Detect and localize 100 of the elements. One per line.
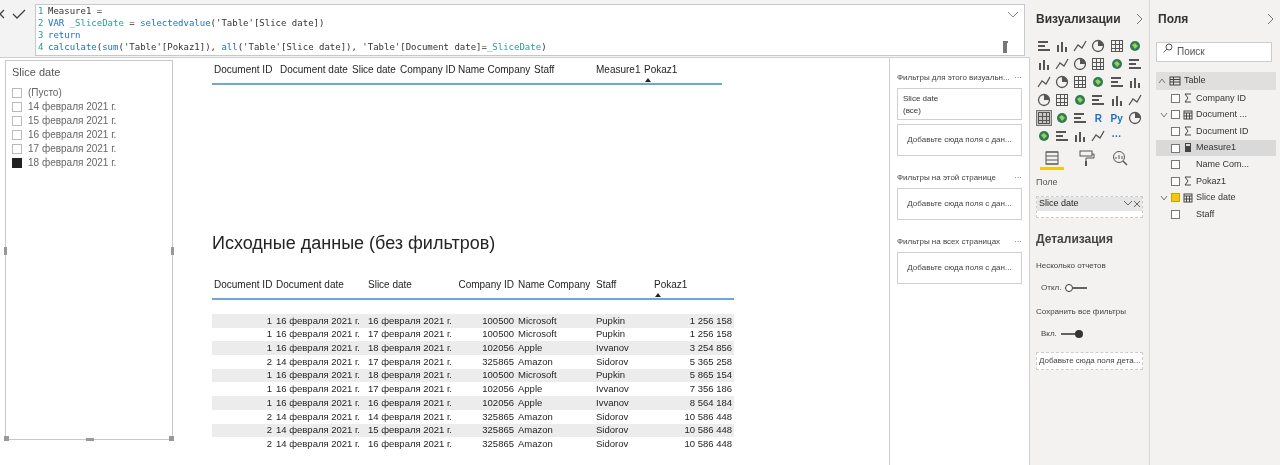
column-header[interactable]: Document ID	[212, 62, 278, 83]
checkbox[interactable]	[1171, 127, 1180, 136]
visual-type-button[interactable]	[1054, 92, 1071, 108]
resize-handle[interactable]	[86, 438, 94, 441]
slicer-item[interactable]: 15 февраля 2021 г.	[12, 114, 172, 127]
visual-type-button[interactable]	[1036, 92, 1052, 108]
checkbox[interactable]	[1171, 209, 1180, 219]
column-header[interactable]: Document date	[278, 62, 350, 83]
slicer-frame[interactable]: Slice date (Пусто) 14 февраля 2021 г. 15 февраля 2021 г. 16 февраля 2021 г. 17 февраля 2021 г. 18 февраля 2021 г.	[5, 60, 173, 440]
field-table-item[interactable]: Table	[1156, 72, 1276, 90]
checkbox[interactable]	[1171, 143, 1180, 153]
checkbox[interactable]	[12, 129, 22, 140]
visual-type-button[interactable]: ···	[1108, 128, 1125, 144]
column-header[interactable]: Staff	[532, 62, 594, 83]
field-item[interactable]: Document ...	[1156, 106, 1276, 124]
column-header[interactable]: Pokaz1	[652, 277, 734, 298]
drop-zone[interactable]: Добавьте сюда поля с дан...	[897, 188, 1022, 220]
field-well-item[interactable]: Slice date	[1037, 196, 1142, 211]
slicer-item[interactable]: 14 февраля 2021 г.	[12, 100, 172, 113]
visual-type-button[interactable]	[1072, 110, 1089, 126]
chevron-right-icon[interactable]	[1268, 14, 1274, 24]
more-options[interactable]: ···	[1014, 172, 1022, 184]
visual-type-button[interactable]	[1054, 56, 1071, 72]
visual-type-button[interactable]: Py	[1108, 110, 1125, 126]
checkbox[interactable]	[1171, 110, 1180, 120]
pane-tab[interactable]	[1040, 148, 1064, 170]
more-options[interactable]: ···	[1014, 236, 1022, 248]
resize-handle[interactable]	[169, 436, 174, 441]
visual-type-button[interactable]: R	[1090, 110, 1107, 126]
search-field[interactable]: Поиск	[1156, 41, 1272, 62]
resize-handle[interactable]	[4, 436, 9, 441]
visual-type-button[interactable]	[1126, 56, 1143, 72]
toggle-switch[interactable]	[1059, 328, 1084, 339]
checkbox[interactable]	[1171, 93, 1180, 103]
formula-editor[interactable]: 1 Measure1 = 2 VAR _SliceDate = selectedvalue('Table'[Slice date]) 3 return 4 calculate(sum('Table'[Pokaz1]), all('Table'[Slice date]), 'Table'[Document date]=_SliceDate)	[35, 4, 1025, 56]
checkmark-icon[interactable]	[12, 9, 26, 19]
field-item[interactable]: Measure1	[1156, 139, 1276, 157]
column-header[interactable]: Document date	[274, 277, 366, 298]
column-header[interactable]: Name Company	[456, 62, 532, 83]
drop-zone[interactable]: Добавьте сюда поля с дан...	[897, 252, 1022, 284]
visual-type-button[interactable]	[1036, 38, 1052, 54]
field-item[interactable]: Document ID	[1156, 123, 1276, 140]
field-item[interactable]: Name Com...	[1156, 156, 1276, 173]
visual-type-button[interactable]	[1054, 74, 1071, 90]
field-item[interactable]: Staff	[1156, 206, 1276, 223]
filter-card[interactable]: Slice date (все)	[897, 88, 1022, 120]
drop-zone[interactable]: Добавьте сюда поля дета...	[1036, 351, 1143, 370]
checkbox[interactable]	[1171, 193, 1180, 203]
column-header[interactable]: Document ID	[212, 277, 274, 298]
table-row[interactable]: 1 16 февраля 2021 г. 16 февраля 2021 г. 102056 Apple Ivvanov 8 564 184	[212, 396, 734, 410]
chevron-icon[interactable]	[1158, 77, 1166, 85]
visual-type-button[interactable]	[1090, 92, 1107, 108]
column-header[interactable]: Measure1	[594, 62, 642, 83]
visual-type-button[interactable]	[1036, 110, 1052, 126]
table-row[interactable]: 1 16 февраля 2021 г. 16 февраля 2021 г. 100500 Microsoft Pupkin 1 256 158	[212, 314, 734, 328]
checkbox[interactable]	[12, 157, 22, 168]
visual-type-button[interactable]	[1090, 56, 1107, 72]
resize-handle[interactable]	[4, 247, 7, 255]
visual-type-button[interactable]	[1126, 92, 1143, 108]
column-header[interactable]: Staff	[594, 277, 652, 298]
visual-type-button[interactable]	[1036, 74, 1052, 90]
slicer-item[interactable]: (Пусто)	[12, 86, 172, 99]
checkbox[interactable]	[12, 87, 22, 98]
visual-type-button[interactable]	[1072, 56, 1089, 72]
slicer-item[interactable]: 17 февраля 2021 г.	[12, 142, 172, 155]
checkbox[interactable]	[12, 101, 22, 112]
column-header[interactable]: Slice date	[366, 277, 456, 298]
column-header[interactable]: Name Company	[516, 277, 594, 298]
visual-type-button[interactable]	[1090, 38, 1107, 54]
visual-type-button[interactable]	[1108, 38, 1125, 54]
visual-type-button[interactable]	[1090, 128, 1107, 144]
visual-type-button[interactable]	[1126, 110, 1143, 126]
visual-type-button[interactable]	[1054, 128, 1071, 144]
chevron-icon[interactable]	[1160, 110, 1168, 119]
toggle-switch[interactable]	[1064, 282, 1089, 293]
resize-handle[interactable]	[171, 247, 174, 255]
visual-type-button[interactable]	[1108, 74, 1125, 90]
field-item[interactable]: Company ID	[1156, 90, 1276, 107]
more-options[interactable]: ···	[1014, 72, 1022, 84]
checkbox[interactable]	[1171, 160, 1180, 170]
visual-type-button[interactable]	[1072, 38, 1089, 54]
scrollbar-thumb[interactable]	[1003, 41, 1008, 53]
checkbox[interactable]	[12, 115, 22, 126]
field-item[interactable]: Slice date	[1156, 189, 1276, 207]
visual-type-button[interactable]	[1072, 74, 1089, 90]
column-header[interactable]: Pokaz1	[642, 62, 722, 83]
visual-type-button[interactable]	[1036, 128, 1052, 144]
slicer-item[interactable]: 16 февраля 2021 г.	[12, 128, 172, 141]
table-row[interactable]: 1 16 февраля 2021 г. 18 февраля 2021 г. 102056 Apple Ivvanov 3 254 856	[212, 341, 734, 356]
chevron-down-icon[interactable]	[1124, 201, 1132, 206]
checkbox[interactable]	[1171, 176, 1180, 186]
chevron-icon[interactable]	[1160, 193, 1168, 202]
drop-zone[interactable]: Добавьте сюда поля с дан...	[897, 124, 1022, 156]
column-header[interactable]: Company ID	[398, 62, 456, 83]
column-header[interactable]: Company ID	[456, 277, 516, 298]
field-item[interactable]: Pokaz1	[1156, 172, 1276, 190]
slicer-item[interactable]: 18 февраля 2021 г.	[12, 156, 172, 169]
column-header[interactable]: Slice date	[350, 62, 398, 83]
chevron-right-icon[interactable]	[1137, 14, 1143, 24]
checkbox[interactable]	[12, 143, 22, 154]
